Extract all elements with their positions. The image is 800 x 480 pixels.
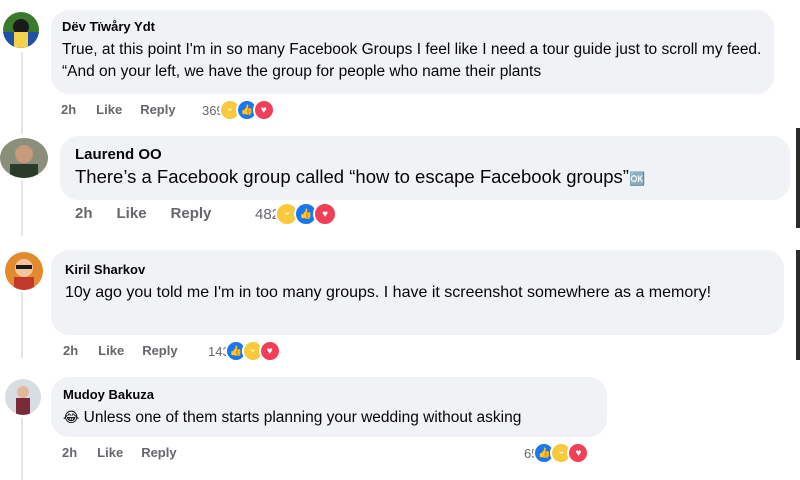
thread-line bbox=[21, 418, 23, 480]
edge-strip bbox=[796, 250, 800, 360]
comment-author[interactable]: Laurend OO bbox=[75, 145, 775, 165]
like-button[interactable]: Like bbox=[98, 343, 124, 358]
love-icon: ♥ bbox=[313, 202, 338, 226]
comment-actions: 2h Like Reply bbox=[75, 205, 211, 222]
thread-line bbox=[21, 180, 23, 236]
comment-author[interactable]: Dëv Tïwåry Ydt bbox=[62, 18, 762, 35]
avatar[interactable] bbox=[5, 379, 41, 415]
reply-button[interactable]: Reply bbox=[142, 343, 177, 358]
comment-text: 10y ago you told me I'm in too many grou… bbox=[65, 284, 712, 301]
comment-bubble: Kiril Sharkov 10y ago you told me I'm in… bbox=[51, 250, 784, 335]
comment-text: There’s a Facebook group called “how to … bbox=[75, 165, 775, 191]
comment-text-body: Unless one of them starts planning your … bbox=[83, 409, 522, 426]
comment-actions: 2h Like Reply bbox=[63, 343, 178, 358]
like-button[interactable]: Like bbox=[96, 102, 122, 117]
like-button[interactable]: Like bbox=[117, 205, 147, 222]
avatar[interactable] bbox=[5, 252, 43, 290]
avatar[interactable] bbox=[0, 138, 48, 178]
thread-line bbox=[21, 292, 23, 358]
comment-bubble: Mudoy Bakuza 😂 Unless one of them starts… bbox=[51, 377, 607, 437]
thread-line bbox=[21, 52, 23, 134]
reply-button[interactable]: Reply bbox=[171, 205, 212, 222]
comment-bubble: Dëv Tïwåry Ydt True, at this point I'm i… bbox=[51, 10, 774, 94]
comment-author[interactable]: Mudoy Bakuza bbox=[63, 386, 595, 403]
reply-button[interactable]: Reply bbox=[141, 445, 176, 460]
comment-bubble: Laurend OO There’s a Facebook group call… bbox=[60, 136, 790, 200]
comment-actions: 2h Like Reply bbox=[61, 102, 176, 117]
reaction-summary[interactable]: 369 ᵕ 👍 ♥ bbox=[202, 99, 275, 121]
comment-time[interactable]: 2h bbox=[75, 205, 93, 222]
like-button[interactable]: Like bbox=[97, 445, 123, 460]
ok-emoji-icon: 🆗 bbox=[628, 171, 646, 186]
laughing-emoji-icon: 😂 bbox=[63, 409, 80, 425]
comment-time[interactable]: 2h bbox=[63, 343, 78, 358]
comment-actions: 2h Like Reply bbox=[62, 445, 177, 460]
comment-text: 😂 Unless one of them starts planning you… bbox=[63, 406, 595, 429]
reply-button[interactable]: Reply bbox=[140, 102, 175, 117]
reaction-summary[interactable]: 143 👍 ᵕ ♥ bbox=[208, 340, 281, 362]
love-icon: ♥ bbox=[252, 99, 275, 121]
comment-author[interactable]: Kiril Sharkov bbox=[65, 261, 772, 278]
love-icon: ♥ bbox=[258, 340, 281, 362]
comment-time[interactable]: 2h bbox=[62, 445, 77, 460]
avatar[interactable] bbox=[3, 12, 39, 48]
comment-text: True, at this point I'm in so many Faceb… bbox=[62, 41, 762, 80]
edge-strip bbox=[796, 128, 800, 228]
comment-text-body: There’s a Facebook group called “how to … bbox=[75, 166, 629, 187]
reaction-summary[interactable]: 65 👍 ᵕ ♥ bbox=[524, 442, 590, 464]
reaction-summary[interactable]: 482 ᵕ 👍 ♥ bbox=[255, 202, 338, 226]
love-icon: ♥ bbox=[567, 442, 590, 464]
comment-time[interactable]: 2h bbox=[61, 102, 76, 117]
